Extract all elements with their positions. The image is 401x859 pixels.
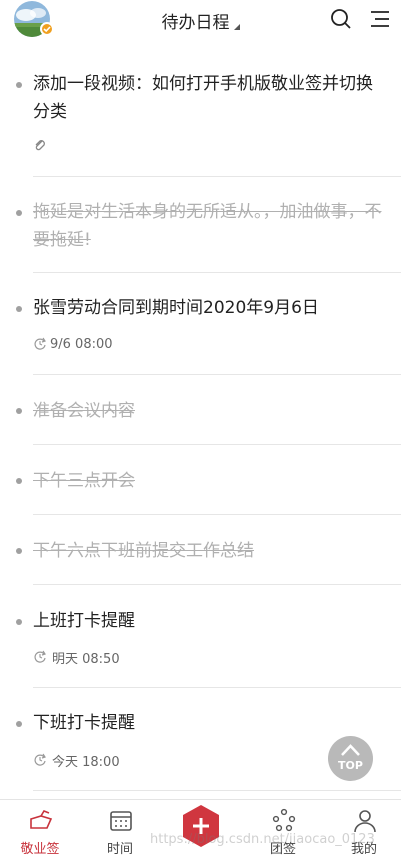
chevron-up-icon: [341, 744, 360, 756]
nav-label: 时间: [106, 842, 133, 857]
item-title: 下班打卡提醒: [33, 713, 135, 733]
nav-item-profile[interactable]: 我的: [324, 800, 401, 859]
reminder-icon: [34, 337, 46, 350]
item-meta: 9/6 08:00: [33, 336, 113, 352]
title-dropdown-caret-icon[interactable]: [233, 24, 240, 30]
item-title: 拖延是对生活本身的无所适从。，加油做事，不要拖延!: [33, 202, 382, 250]
item-title: 下午六点下班前提交工作总结: [33, 541, 254, 561]
app-header: 待办日程: [0, 0, 401, 40]
bullet-icon: [16, 548, 22, 554]
menu-icon[interactable]: [369, 8, 391, 30]
nav-item-time[interactable]: 时间: [80, 800, 160, 859]
item-title: 准备会议内容: [33, 401, 135, 421]
nav-label: 团签: [269, 842, 296, 857]
reminder-time: 明天 08:50: [52, 651, 120, 667]
nav-item-team[interactable]: 团签: [243, 800, 323, 859]
page-title[interactable]: 待办日程: [162, 8, 230, 33]
nav-label: 我的: [350, 842, 377, 857]
item-meta: [33, 137, 50, 153]
item-title: 添加一段视频：如何打开手机版敬业签并切换分类: [33, 74, 373, 122]
top-label: TOP: [338, 759, 363, 772]
list-item[interactable]: 准备会议内容: [0, 375, 401, 445]
bullet-icon: [16, 210, 22, 216]
nav-item-notes[interactable]: 敬业签: [0, 800, 80, 859]
profile-icon: [354, 810, 376, 833]
bullet-icon: [16, 619, 22, 625]
item-title: 上班打卡提醒: [33, 611, 135, 631]
bullet-icon: [16, 306, 22, 312]
bullet-icon: [16, 478, 22, 484]
list-item[interactable]: 添加一段视频：如何打开手机版敬业签并切换分类: [0, 40, 401, 177]
list-item[interactable]: 下午六点下班前提交工作总结: [0, 515, 401, 585]
bullet-icon: [16, 721, 22, 727]
repeat-reminder-icon: [34, 753, 46, 766]
list-item[interactable]: 上班打卡提醒 明天 08:50: [0, 585, 401, 688]
add-button[interactable]: [181, 804, 221, 848]
team-icon: [272, 808, 296, 832]
list-item[interactable]: 拖延是对生活本身的无所适从。，加油做事，不要拖延!: [0, 177, 401, 273]
paperclip-icon: [35, 140, 45, 151]
item-title: 下午三点开会: [33, 471, 135, 491]
calendar-icon: [110, 811, 132, 831]
nav-label: 敬业签: [20, 842, 60, 857]
item-meta: 明天 08:50: [33, 649, 120, 667]
bottom-nav: 敬业签 时间 团签 我的: [0, 799, 401, 859]
bullet-icon: [16, 82, 22, 88]
repeat-reminder-icon: [34, 650, 46, 663]
reminder-time: 今天 18:00: [52, 754, 120, 770]
list-item[interactable]: 张雪劳动合同到期时间2020年9月6日 9/6 08:00: [0, 273, 401, 375]
search-icon[interactable]: [330, 8, 352, 30]
bullet-icon: [16, 408, 22, 414]
divider: [33, 790, 401, 791]
notes-icon: [30, 810, 53, 829]
list-item[interactable]: 下午三点开会: [0, 445, 401, 515]
reminder-time: 9/6 08:00: [50, 336, 113, 352]
scroll-to-top-button[interactable]: TOP: [328, 736, 373, 781]
item-title: 张雪劳动合同到期时间2020年9月6日: [33, 298, 319, 318]
item-meta: 今天 18:00: [33, 752, 120, 770]
